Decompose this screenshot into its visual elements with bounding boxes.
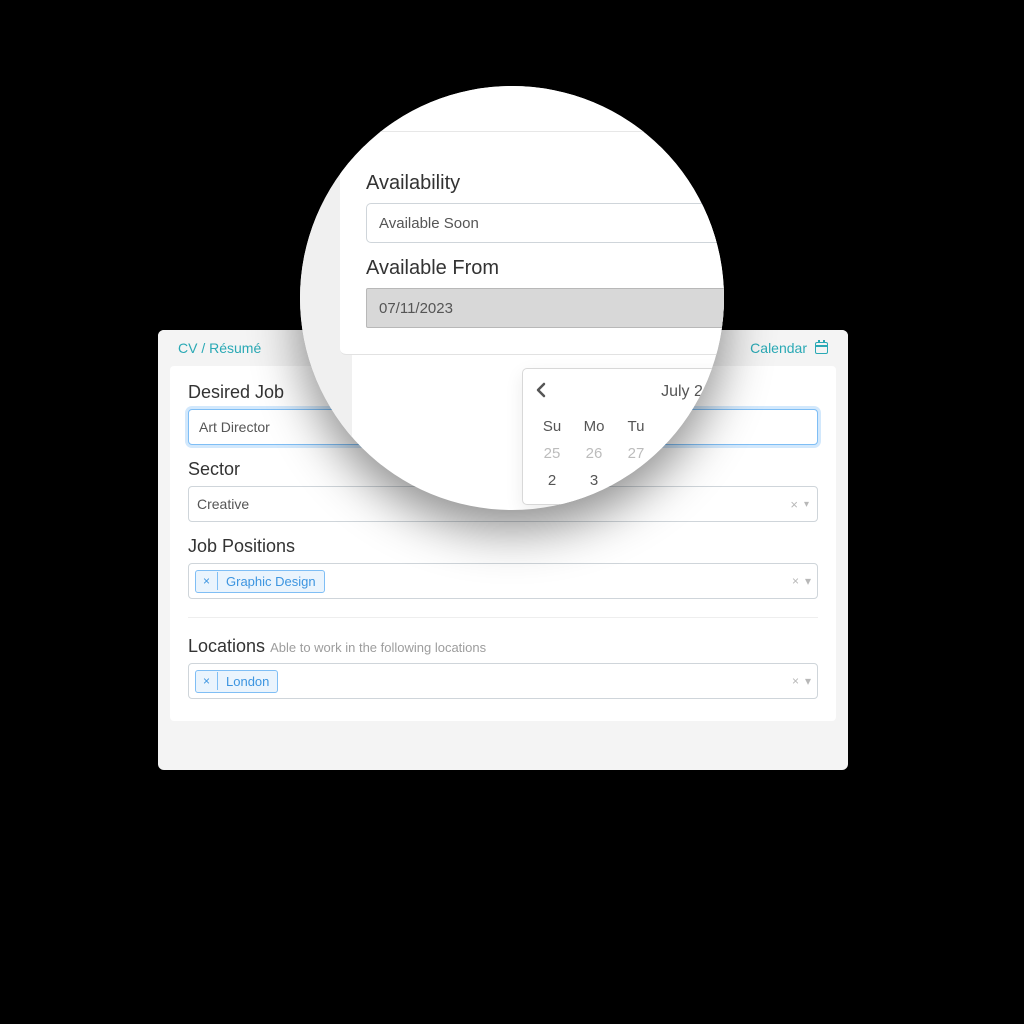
- availability-select[interactable]: Available Soon: [366, 203, 724, 243]
- dp-row: 2 3: [531, 467, 724, 494]
- nav-calendar-link[interactable]: Calendar: [750, 340, 828, 356]
- divider: [188, 617, 818, 618]
- calendar-label: Calendar: [750, 340, 807, 356]
- field-job-positions: Job Positions × Graphic Design × ▾: [188, 536, 818, 599]
- job-positions-controls: × ▾: [792, 574, 811, 588]
- chevron-down-icon[interactable]: ▾: [805, 674, 811, 688]
- date-picker[interactable]: July 2 Su Mo Tu 25 26 27 2 3: [522, 368, 724, 505]
- available-from-label: Available From: [366, 257, 724, 280]
- dp-dow: Tu: [615, 413, 657, 440]
- locations-select[interactable]: × London × ▾: [188, 663, 818, 699]
- dp-day[interactable]: 2: [531, 467, 573, 494]
- dp-dow-row: Su Mo Tu: [531, 413, 724, 440]
- cv-resume-label: CV / Résumé: [178, 340, 261, 356]
- dp-row: 25 26 27: [531, 440, 724, 467]
- field-locations: Locations Able to work in the following …: [188, 636, 818, 699]
- locations-label: Locations Able to work in the following …: [188, 636, 818, 657]
- chevron-left-icon[interactable]: [535, 382, 547, 403]
- tag-london: × London: [195, 670, 278, 693]
- chevron-down-icon[interactable]: ▾: [805, 574, 811, 588]
- available-from-value: 07/11/2023: [379, 300, 453, 317]
- tag-label: Graphic Design: [218, 571, 324, 592]
- sector-controls: × ▾: [790, 497, 809, 512]
- lens-top-edge: [340, 86, 724, 132]
- dp-day-muted[interactable]: 26: [573, 440, 615, 467]
- tag-label: London: [218, 671, 277, 692]
- tag-remove-icon[interactable]: ×: [196, 672, 218, 690]
- clear-icon[interactable]: ×: [790, 497, 798, 512]
- clear-icon[interactable]: ×: [792, 674, 799, 688]
- dp-day-muted[interactable]: 25: [531, 440, 573, 467]
- job-positions-label: Job Positions: [188, 536, 818, 557]
- calendar-icon: [815, 342, 828, 354]
- clear-icon[interactable]: ×: [792, 574, 799, 588]
- chevron-down-icon[interactable]: ▾: [804, 499, 809, 510]
- tag-graphic-design: × Graphic Design: [195, 570, 325, 593]
- availability-value: Available Soon: [379, 215, 479, 232]
- dp-month-label: July 2: [661, 383, 703, 401]
- availability-label: Availability: [366, 172, 724, 195]
- dp-dow: Mo: [573, 413, 615, 440]
- lens-panel: Availability Available Soon Available Fr…: [340, 146, 724, 355]
- locations-hint: Able to work in the following locations: [270, 640, 486, 655]
- dp-dow: Su: [531, 413, 573, 440]
- dp-day-muted[interactable]: 27: [615, 440, 657, 467]
- dp-day[interactable]: 3: [573, 467, 615, 494]
- magnifier-lens: Availability Available Soon Available Fr…: [300, 86, 724, 510]
- locations-label-text: Locations: [188, 636, 265, 656]
- tag-remove-icon[interactable]: ×: [196, 572, 218, 590]
- locations-controls: × ▾: [792, 674, 811, 688]
- available-from-input[interactable]: 07/11/2023: [366, 288, 724, 328]
- dp-header: July 2: [531, 379, 724, 405]
- job-positions-select[interactable]: × Graphic Design × ▾: [188, 563, 818, 599]
- nav-cv-resume-link[interactable]: CV / Résumé: [178, 340, 261, 356]
